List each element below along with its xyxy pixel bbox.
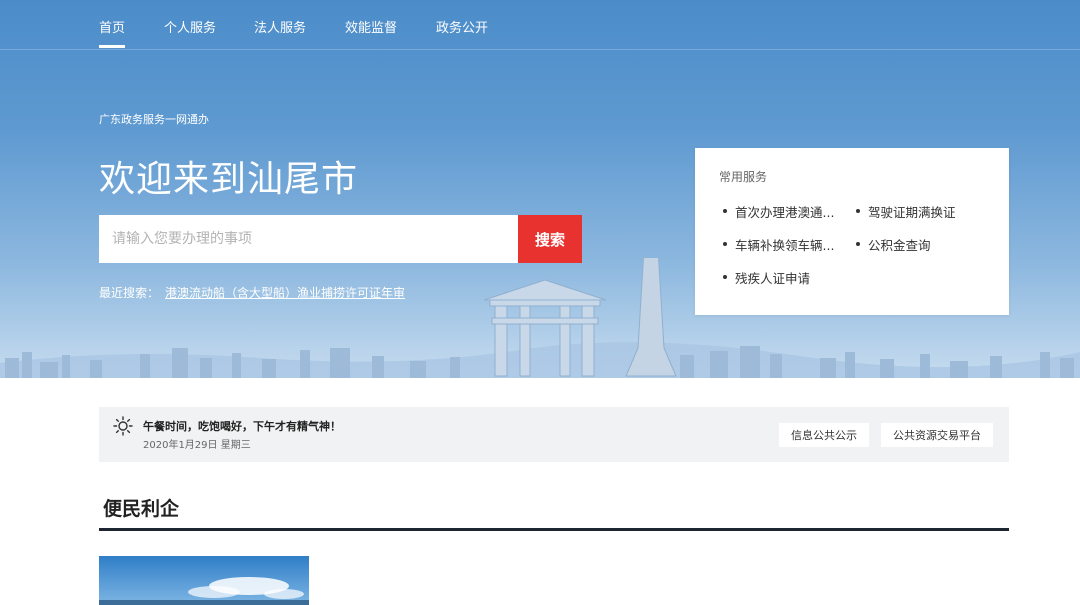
notice-bar: 午餐时间，吃饱喝好，下午才有精气神！ 2020年1月29日 星期三 信息公共公示… — [99, 407, 1009, 462]
common-services-panel: 常用服务 首次办理港澳通... 驾驶证期满换证 车辆补换领车辆... 公积金查询… — [695, 148, 1009, 315]
nav-item-corporate[interactable]: 法人服务 — [254, 17, 306, 36]
service-item[interactable]: 驾驶证期满换证 — [854, 202, 988, 221]
info-publicity-button[interactable]: 信息公共公示 — [779, 423, 869, 447]
nav-item-home[interactable]: 首页 — [99, 17, 126, 48]
search-button[interactable]: 搜索 — [518, 215, 582, 263]
service-thumbnail-image[interactable] — [99, 556, 309, 605]
service-item[interactable]: 公积金查询 — [854, 235, 988, 254]
section-divider — [99, 528, 1009, 531]
page-title: 欢迎来到汕尾市 — [99, 159, 359, 200]
sun-icon — [113, 416, 133, 436]
search-input[interactable] — [99, 215, 518, 263]
public-resource-trading-button[interactable]: 公共资源交易平台 — [881, 423, 993, 447]
service-item[interactable]: 车辆补换领车辆... — [721, 235, 845, 254]
service-item[interactable]: 首次办理港澳通... — [721, 202, 845, 221]
nav-item-public-affairs[interactable]: 政务公开 — [436, 17, 488, 36]
top-nav: 首页 个人服务 法人服务 效能监督 政务公开 — [0, 0, 1080, 50]
current-date: 2020年1月29日 星期三 — [143, 440, 251, 451]
nav-item-personal[interactable]: 个人服务 — [164, 17, 216, 36]
service-item[interactable]: 残疾人证申请 — [721, 268, 845, 287]
nav-item-supervision[interactable]: 效能监督 — [345, 17, 397, 36]
common-services-title: 常用服务 — [719, 170, 768, 184]
greeting-text: 午餐时间，吃饱喝好，下午才有精气神！ — [143, 420, 341, 433]
hero-subtitle: 广东政务服务一网通办 — [99, 113, 209, 126]
section-title: 便民利企 — [103, 498, 180, 520]
